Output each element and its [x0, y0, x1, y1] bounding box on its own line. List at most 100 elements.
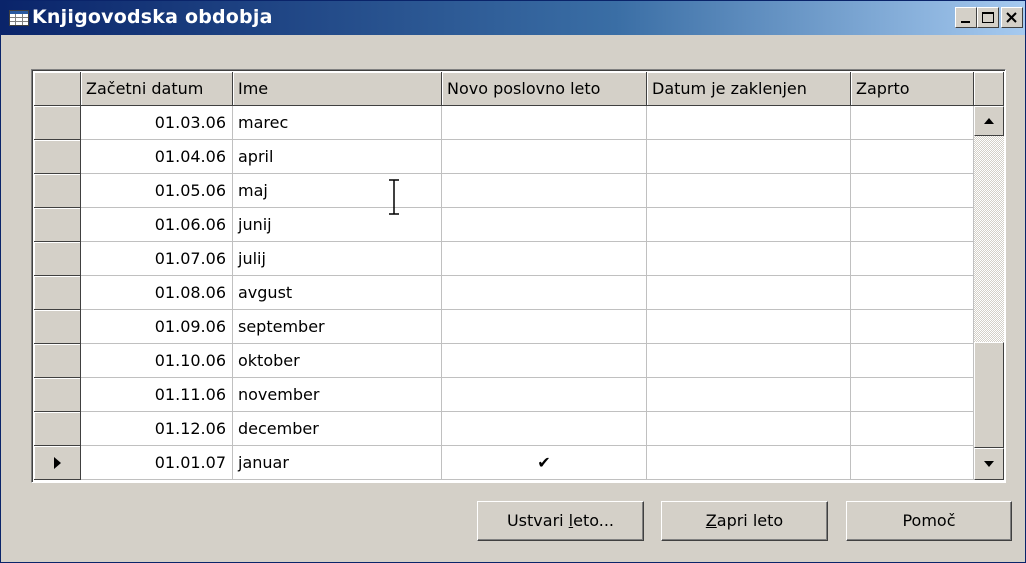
maximize-icon: [982, 12, 994, 23]
cell-date-locked[interactable]: [647, 412, 851, 446]
row-selector[interactable]: [34, 446, 81, 480]
window-title: Knjigovodska obdobja: [32, 6, 273, 28]
periods-window: Knjigovodska obdobja Začetni datum Ime N…: [0, 0, 1026, 563]
row-selector[interactable]: [34, 242, 81, 276]
cell-closed[interactable]: [851, 378, 974, 412]
cell-name[interactable]: avgust: [233, 276, 442, 310]
cell-name[interactable]: december: [233, 412, 442, 446]
create-year-label-pre: Ustvari: [506, 511, 569, 530]
row-selector[interactable]: [34, 174, 81, 208]
row-selector[interactable]: [34, 344, 81, 378]
cell-new-fiscal-year[interactable]: [442, 344, 647, 378]
cell-date-locked[interactable]: [647, 174, 851, 208]
cell-date-locked[interactable]: [647, 106, 851, 140]
create-year-label-post: eto...: [573, 511, 615, 530]
vertical-scrollbar[interactable]: [974, 106, 1004, 480]
cell-closed[interactable]: [851, 208, 974, 242]
cell-date-locked[interactable]: [647, 310, 851, 344]
select-all-corner[interactable]: [34, 72, 81, 106]
cell-closed[interactable]: [851, 276, 974, 310]
column-header-name[interactable]: Ime: [233, 72, 442, 106]
cell-date-locked[interactable]: [647, 378, 851, 412]
help-label: Pomoč: [902, 511, 956, 530]
cell-closed[interactable]: [851, 174, 974, 208]
title-bar[interactable]: Knjigovodska obdobja: [1, 1, 1025, 35]
cell-start-date[interactable]: 01.12.06: [81, 412, 233, 446]
cell-start-date[interactable]: 01.09.06: [81, 310, 233, 344]
header-corner: [974, 72, 1004, 106]
cell-name[interactable]: september: [233, 310, 442, 344]
cell-date-locked[interactable]: [647, 242, 851, 276]
cell-name[interactable]: maj: [233, 174, 442, 208]
cell-start-date[interactable]: 01.03.06: [81, 106, 233, 140]
close-year-label-post: apri leto: [716, 511, 784, 530]
row-selector[interactable]: [34, 310, 81, 344]
cell-new-fiscal-year[interactable]: ✔: [442, 446, 647, 480]
cell-closed[interactable]: [851, 446, 974, 480]
cell-date-locked[interactable]: [647, 140, 851, 174]
periods-table: Začetni datum Ime Novo poslovno leto Dat…: [31, 69, 1006, 483]
close-year-hotkey: Z: [705, 511, 717, 530]
cell-closed[interactable]: [851, 106, 974, 140]
cell-new-fiscal-year[interactable]: [442, 208, 647, 242]
scroll-thumb[interactable]: [974, 342, 1004, 448]
close-icon: [1006, 12, 1017, 23]
close-year-button[interactable]: Zapri leto: [661, 501, 828, 541]
cell-name[interactable]: april: [233, 140, 442, 174]
cell-name[interactable]: oktober: [233, 344, 442, 378]
cell-name[interactable]: januar: [233, 446, 442, 480]
row-selector[interactable]: [34, 378, 81, 412]
row-pointer-icon: [54, 457, 61, 469]
cell-start-date[interactable]: 01.04.06: [81, 140, 233, 174]
close-button[interactable]: [1001, 7, 1023, 28]
cell-new-fiscal-year[interactable]: [442, 378, 647, 412]
cell-new-fiscal-year[interactable]: [442, 276, 647, 310]
row-selector[interactable]: [34, 140, 81, 174]
cell-name[interactable]: marec: [233, 106, 442, 140]
cell-closed[interactable]: [851, 140, 974, 174]
cell-start-date[interactable]: 01.07.06: [81, 242, 233, 276]
cell-name[interactable]: julij: [233, 242, 442, 276]
row-selector[interactable]: [34, 106, 81, 140]
column-header-date-locked[interactable]: Datum je zaklenjen: [647, 72, 851, 106]
cell-date-locked[interactable]: [647, 446, 851, 480]
cell-new-fiscal-year[interactable]: [442, 174, 647, 208]
maximize-button[interactable]: [977, 7, 999, 28]
cell-name[interactable]: november: [233, 378, 442, 412]
arrow-up-icon: [984, 118, 994, 124]
minimize-button[interactable]: [955, 7, 977, 28]
cell-new-fiscal-year[interactable]: [442, 242, 647, 276]
help-button[interactable]: Pomoč: [846, 501, 1012, 541]
column-header-new-fiscal-year[interactable]: Novo poslovno leto: [442, 72, 647, 106]
cell-date-locked[interactable]: [647, 276, 851, 310]
cell-new-fiscal-year[interactable]: [442, 310, 647, 344]
cell-start-date[interactable]: 01.11.06: [81, 378, 233, 412]
cell-closed[interactable]: [851, 344, 974, 378]
row-selector[interactable]: [34, 208, 81, 242]
text-cursor-icon: [389, 179, 399, 215]
cell-date-locked[interactable]: [647, 344, 851, 378]
row-selector[interactable]: [34, 412, 81, 446]
cell-closed[interactable]: [851, 310, 974, 344]
cell-name[interactable]: junij: [233, 208, 442, 242]
cell-new-fiscal-year[interactable]: [442, 140, 647, 174]
arrow-down-icon: [984, 461, 994, 467]
create-year-button[interactable]: Ustvari leto...: [477, 501, 644, 541]
cell-closed[interactable]: [851, 412, 974, 446]
cell-start-date[interactable]: 01.05.06: [81, 174, 233, 208]
row-selector[interactable]: [34, 276, 81, 310]
scroll-up-button[interactable]: [974, 106, 1004, 136]
column-header-start-date[interactable]: Začetni datum: [81, 72, 233, 106]
column-header-closed[interactable]: Zaprto: [851, 72, 974, 106]
table-form-icon: [9, 10, 29, 26]
cell-date-locked[interactable]: [647, 208, 851, 242]
cell-start-date[interactable]: 01.06.06: [81, 208, 233, 242]
cell-new-fiscal-year[interactable]: [442, 412, 647, 446]
scroll-down-button[interactable]: [974, 448, 1004, 480]
cell-closed[interactable]: [851, 242, 974, 276]
minimize-icon: [961, 21, 970, 23]
cell-start-date[interactable]: 01.10.06: [81, 344, 233, 378]
cell-start-date[interactable]: 01.08.06: [81, 276, 233, 310]
cell-start-date[interactable]: 01.01.07: [81, 446, 233, 480]
cell-new-fiscal-year[interactable]: [442, 106, 647, 140]
